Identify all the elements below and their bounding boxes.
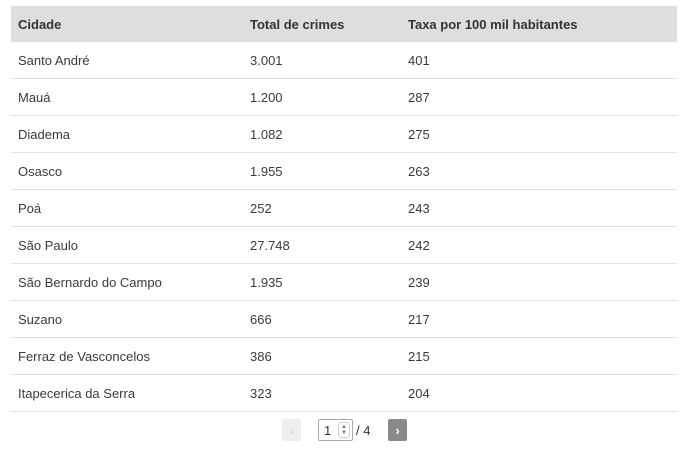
cell-total: 386	[243, 337, 401, 375]
table-row: Poá 252 243	[11, 189, 677, 227]
pagination: ‹ 1 ▲ ▼ / 4 ›	[0, 419, 685, 441]
cell-cidade: Mauá	[11, 78, 243, 116]
table-row: Mauá 1.200 287	[11, 78, 677, 116]
crime-table: Cidade Total de crimes Taxa por 100 mil …	[11, 6, 677, 412]
cell-cidade: São Paulo	[11, 226, 243, 264]
cell-taxa: 263	[401, 152, 677, 190]
chevron-right-icon: ›	[395, 422, 400, 438]
spinner-down-icon[interactable]: ▼	[341, 430, 347, 436]
cell-cidade: São Bernardo do Campo	[11, 263, 243, 301]
table-row: São Bernardo do Campo 1.935 239	[11, 263, 677, 301]
cell-total: 666	[243, 300, 401, 338]
table-row: Ferraz de Vasconcelos 386 215	[11, 337, 677, 375]
cell-taxa: 243	[401, 189, 677, 227]
header-taxa[interactable]: Taxa por 100 mil habitantes	[401, 6, 677, 42]
cell-total: 1.200	[243, 78, 401, 116]
page-spinner[interactable]: ▲ ▼	[338, 422, 350, 438]
cell-taxa: 287	[401, 78, 677, 116]
cell-taxa: 242	[401, 226, 677, 264]
header-cidade[interactable]: Cidade	[11, 6, 243, 42]
cell-total: 323	[243, 374, 401, 412]
cell-total: 252	[243, 189, 401, 227]
cell-cidade: Poá	[11, 189, 243, 227]
table-row: Santo André 3.001 401	[11, 42, 677, 79]
table-header: Cidade Total de crimes Taxa por 100 mil …	[11, 6, 677, 42]
header-total-de-crimes[interactable]: Total de crimes	[243, 6, 401, 42]
cell-cidade: Ferraz de Vasconcelos	[11, 337, 243, 375]
cell-cidade: Itapecerica da Serra	[11, 374, 243, 412]
cell-taxa: 215	[401, 337, 677, 375]
cell-taxa: 239	[401, 263, 677, 301]
cell-total: 27.748	[243, 226, 401, 264]
current-page-value: 1	[324, 422, 332, 438]
table-body: Santo André 3.001 401 Mauá 1.200 287 Dia…	[11, 42, 677, 412]
table-row: Suzano 666 217	[11, 300, 677, 338]
cell-cidade: Osasco	[11, 152, 243, 190]
cell-cidade: Santo André	[11, 42, 243, 79]
cell-total: 1.082	[243, 115, 401, 153]
table-row: Itapecerica da Serra 323 204	[11, 374, 677, 412]
cell-taxa: 275	[401, 115, 677, 153]
chevron-left-icon: ‹	[289, 422, 294, 438]
cell-total: 1.935	[243, 263, 401, 301]
page-number-input[interactable]: 1 ▲ ▼	[318, 419, 353, 441]
cell-taxa: 401	[401, 42, 677, 79]
cell-taxa: 204	[401, 374, 677, 412]
previous-page-button[interactable]: ‹	[282, 419, 301, 441]
cell-total: 1.955	[243, 152, 401, 190]
cell-taxa: 217	[401, 300, 677, 338]
table-row: Diadema 1.082 275	[11, 115, 677, 153]
table-row: Osasco 1.955 263	[11, 152, 677, 190]
total-pages-label: / 4	[356, 422, 371, 438]
cell-cidade: Diadema	[11, 115, 243, 153]
cell-total: 3.001	[243, 42, 401, 79]
cell-cidade: Suzano	[11, 300, 243, 338]
data-table-container: Cidade Total de crimes Taxa por 100 mil …	[11, 6, 677, 412]
next-page-button[interactable]: ›	[388, 419, 407, 441]
table-row: São Paulo 27.748 242	[11, 226, 677, 264]
header-row: Cidade Total de crimes Taxa por 100 mil …	[11, 6, 677, 42]
